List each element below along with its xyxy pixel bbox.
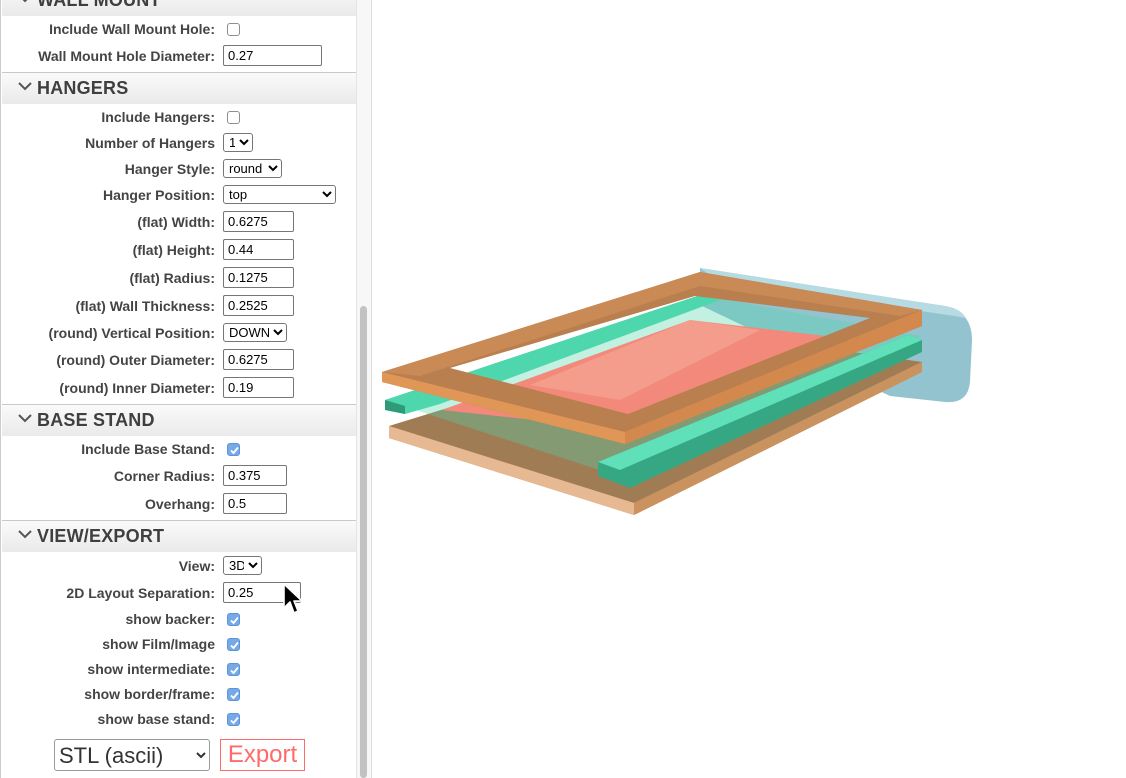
field-label: (round) Inner Diameter: [59,380,215,396]
row-round-inner-diameter: (round) Inner Diameter: [1,377,357,401]
row-flat-radius: (flat) Radius: [1,267,357,291]
row-flat-height: (flat) Height: [1,239,357,263]
flat-radius-input[interactable] [223,267,294,288]
export-button[interactable]: Export [220,739,305,771]
field-label: (flat) Radius: [129,270,215,286]
field-label: View: [178,558,215,574]
row-flat-width: (flat) Width: [1,211,357,235]
chevron-down-icon [22,0,28,3]
row-include-wall-mount-hole: Include Wall Mount Hole: [1,18,357,42]
hanger-position-select[interactable]: top [223,185,336,204]
field-label: Hanger Style: [124,161,215,177]
section-header-wall-mount[interactable]: WALL MOUNT [2,0,356,16]
row-round-outer-diameter: (round) Outer Diameter: [1,349,357,373]
checkmark-icon [230,641,239,650]
section-title: BASE STAND [37,410,155,430]
sidebar-scrollbar-thumb[interactable] [360,306,367,778]
field-label: (flat) Wall Thickness: [75,298,215,314]
field-label: Wall Mount Hole Diameter: [38,48,215,64]
sidebar-scrollbar[interactable] [356,0,372,778]
row-hanger-position: Hanger Position: top [1,184,357,208]
field-label: Include Base Stand: [81,441,215,457]
view-select[interactable]: 3D [223,556,262,575]
show-intermediate-checkbox[interactable] [227,663,240,676]
field-label: Hanger Position: [102,187,215,203]
checkmark-icon [230,691,239,700]
field-label: (flat) Height: [132,242,215,258]
row-include-base-stand: Include Base Stand: [1,438,357,462]
row-show-intermediate: show intermediate: [1,658,357,682]
section-header-hangers[interactable]: HANGERS [2,72,356,104]
field-label: show intermediate: [87,661,215,677]
number-of-hangers-select[interactable]: 1 [223,133,253,152]
row-hanger-style: Hanger Style: round [1,158,357,182]
flat-wall-thickness-input[interactable] [223,295,294,316]
field-label: show base stand: [97,711,215,727]
show-border-frame-checkbox[interactable] [227,688,240,701]
show-film-image-checkbox[interactable] [227,638,240,651]
round-vertical-position-select[interactable]: DOWN [223,323,287,342]
row-show-border-frame: show border/frame: [1,683,357,707]
field-label: (flat) Width: [137,214,215,230]
section-title: VIEW/EXPORT [37,526,165,546]
flat-height-input[interactable] [223,239,294,260]
flat-width-input[interactable] [223,211,294,232]
field-label: Corner Radius: [113,468,215,484]
chevron-down-icon [18,530,32,539]
checkmark-icon [230,616,239,625]
field-label: (round) Outer Diameter: [56,352,215,368]
row-view: View: 3D [1,555,357,579]
row-wall-mount-hole-diameter: Wall Mount Hole Diameter: [1,45,357,69]
checkmark-icon [230,666,239,675]
hanger-style-select[interactable]: round [223,159,282,178]
row-show-film-image: show Film/Image [1,633,357,657]
field-label: show border/frame: [84,686,215,702]
chevron-down-icon [18,82,32,91]
show-base-stand-checkbox[interactable] [227,713,240,726]
field-label: Include Wall Mount Hole: [49,21,215,37]
row-number-of-hangers: Number of Hangers 1 [1,132,357,156]
3d-model-viewport[interactable] [371,0,1126,778]
round-outer-diameter-input[interactable] [223,349,294,370]
settings-panel: WALL MOUNT Include Wall Mount Hole: Wall… [0,0,357,778]
checkmark-icon [230,446,239,455]
section-title: HANGERS [37,78,129,98]
chevron-down-icon [18,414,32,423]
corner-radius-input[interactable] [223,465,287,486]
field-label: 2D Layout Separation: [66,585,215,601]
section-header-base-stand[interactable]: BASE STAND [2,404,356,436]
row-round-vertical-position: (round) Vertical Position: DOWN [1,322,357,346]
row-corner-radius: Corner Radius: [1,465,357,489]
export-format-select[interactable]: STL (ascii) [54,739,210,771]
field-label: (round) Vertical Position: [48,325,215,341]
row-show-base-stand: show base stand: [1,708,357,732]
field-label: Number of Hangers [85,135,215,151]
row-overhang: Overhang: [1,493,357,517]
field-label: show Film/Image [102,636,215,652]
include-wall-mount-hole-checkbox[interactable] [227,23,240,36]
field-label: Include Hangers: [101,109,215,125]
section-header-view-export[interactable]: VIEW/EXPORT [2,520,356,552]
include-hangers-checkbox[interactable] [227,111,240,124]
show-backer-checkbox[interactable] [227,613,240,626]
checkmark-icon [230,716,239,725]
include-base-stand-checkbox[interactable] [227,443,240,456]
row-flat-wall-thickness: (flat) Wall Thickness: [1,295,357,319]
section-title: WALL MOUNT [37,0,161,10]
field-label: show backer: [125,611,215,627]
field-label: Overhang: [144,496,215,512]
mouse-cursor-icon [283,583,303,614]
row-include-hangers: Include Hangers: [1,106,357,130]
overhang-input[interactable] [223,493,287,514]
round-inner-diameter-input[interactable] [223,377,294,398]
wall-mount-hole-diameter-input[interactable] [223,45,322,66]
